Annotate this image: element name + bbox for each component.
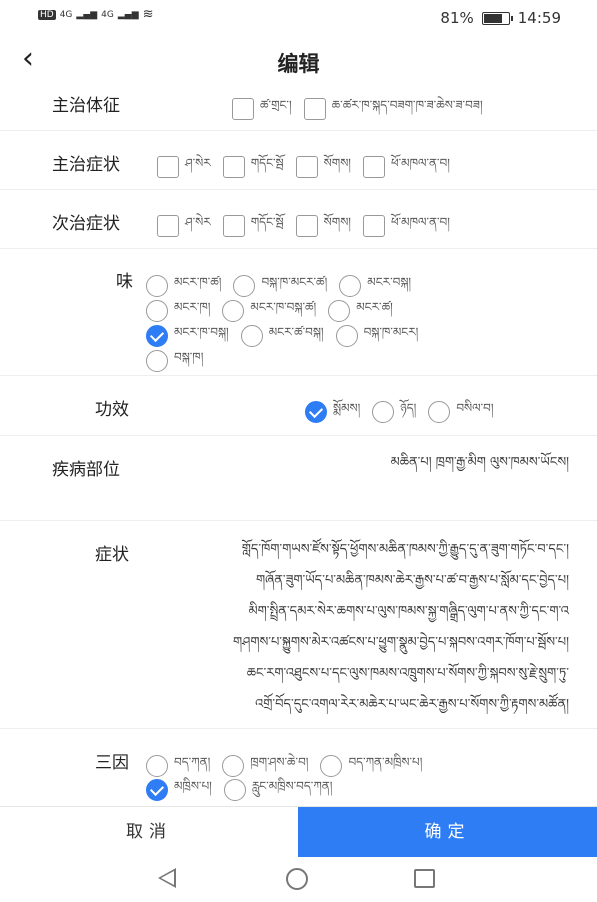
network-4g: 4G [59,9,73,20]
taste-label: 味 [116,272,133,292]
wifi-icon: ≋ [142,7,154,22]
hd-badge: HD [38,9,56,20]
secondary-symptom-option-3[interactable]: སོགས། [295,209,351,243]
secondary-symptom-option-1[interactable]: ཤ་སེར [157,209,211,243]
main-symptoms-label: 主治症状 [52,155,120,175]
cause-option-4[interactable]: མཁྲིས་པ། [146,773,212,807]
checkbox[interactable] [157,215,179,237]
symptoms-label: 症状 [95,545,129,565]
radio[interactable] [223,779,246,801]
radio[interactable] [372,401,395,423]
checkbox[interactable] [362,156,385,178]
secondary-symptom-option-2[interactable]: གདོང་སྦོ [222,209,284,243]
cancel-button[interactable]: 取消 [0,807,298,857]
taste-row: 味 མངར་ཁ་ཚ། བསྐ་ཁ་མངར་ཚ། མངར་བསྐ། མངར་ཁ། … [0,248,597,376]
checkbox[interactable] [222,156,245,178]
taste-option-10[interactable]: བསྐ་ཁ། [146,344,203,378]
app-header: ‹ 编辑 [0,38,597,82]
efficacy-option-2[interactable]: ཉོད། [372,395,416,429]
radio[interactable] [428,401,451,423]
radio[interactable] [146,350,168,372]
network-4g-2: 4G [101,9,114,20]
secondary-symptom-option-4[interactable]: ཕོ་མཁལ་ན་བ། [362,209,450,243]
disease-site-label: 疾病部位 [52,460,120,480]
symptoms-line: གློད་ཁོག་གཡས་ཛོས་སྟོད་ཕྱོགས་མཆིན་ཁམས་ཀྱི… [241,542,569,557]
battery-icon [481,11,513,25]
symptoms-line: གཞོན་ཟུག་ཡོད་པ་མཆིན་ཁམས་ཆེར་རྒྱས་པ་ཚ་བ་ར… [255,573,569,588]
cause-option-5[interactable]: རླུང་མཁྲིས་བད་ཀན། [223,773,332,807]
symptoms-row: 症状 གློད་ཁོག་གཡས་ཛོས་སྟོད་ཕྱོགས་མཆིན་ཁམས་… [0,520,597,729]
checkbox[interactable] [232,98,254,120]
radio-checked[interactable] [305,401,327,423]
checkbox[interactable] [222,215,245,237]
disease-site-value[interactable]: མཆིན་པ། ཁྲག་རྒྱ་མིག ལུས་ཁམས་ཡོངས། [391,447,569,478]
system-nav-bar [0,856,597,902]
confirm-button[interactable]: 确定 [298,807,597,857]
status-right: 81% 14:59 [440,9,561,27]
main-symptom-option-4[interactable]: ཕོ་མཁལ་ན་བ། [362,150,450,184]
status-bar: HD 4G ▂▄▆ 4G ▂▄▆ ≋ 81% 14:59 [0,0,597,36]
main-syndrome-label: 主治体征 [52,96,120,116]
secondary-symptoms-label: 次治症状 [52,214,120,234]
action-bar: 取消 确定 [0,806,597,857]
page-title: 编辑 [277,52,320,76]
nav-back-icon[interactable] [158,868,176,888]
efficacy-row: 功效 སྨོམས། ཉོད། བསིལ་བ། [0,375,597,436]
radio[interactable] [335,325,358,347]
checkbox[interactable] [295,156,318,178]
nav-home-icon[interactable] [286,868,308,890]
symptoms-line: འགྲོ་བོད་དུང་འགལ་རེར་མཆེར་པ་ཡང་ཆེར་རྒྱས་… [255,697,569,712]
main-symptom-option-3[interactable]: སོགས། [295,150,351,184]
checkbox[interactable] [303,98,326,120]
symptoms-text[interactable]: གློད་ཁོག་གཡས་ཛོས་སྟོད་ཕྱོགས་མཆིན་ཁམས་ཀྱི… [144,534,569,720]
three-causes-row: 三因 བད་ཀན། ཁྲག་ཤས་ཆེ་བ། བད་ཀན་མཁྲིས་པ། མཁ… [0,728,597,806]
efficacy-option-1[interactable]: སྨོམས། [305,395,360,429]
secondary-symptoms-row: 次治症状 ཤ་སེར གདོང་སྦོ སོགས། ཕོ་མཁལ་ན་བ། [0,189,597,249]
efficacy-option-3[interactable]: བསིལ་བ། [428,395,493,429]
checkbox[interactable] [157,156,179,178]
main-syndrome-option-2[interactable]: ཆ་ཚར་ཁ་སྐད་བཟག་ཁ་ཟ་ཆེས་ཟ་བཟ། [303,92,483,126]
clock: 14:59 [517,9,561,27]
symptoms-line: མིག་སྤྲིན་དམར་སེར་ཆགས་པ་ལུས་ཁམས་སྐྱ་གཞྒྲ… [248,604,569,619]
main-syndrome-row: 主治体征 ཚ་གྲང་། ཆ་ཚར་ཁ་སྐད་བཟག་ཁ་ཟ་ཆེས་ཟ་བཟ… [0,82,597,131]
main-syndrome-option-1[interactable]: ཚ་གྲང་། [232,92,292,126]
radio[interactable] [240,325,263,347]
checkbox[interactable] [295,215,318,237]
nav-recent-apps-icon[interactable] [414,869,435,888]
signal-icon-2: ▂▄▆ [117,9,139,20]
disease-site-row: 疾病部位 མཆིན་པ། ཁྲག་རྒྱ་མིག ལུས་ཁམས་ཡོངས། [0,435,597,521]
main-symptom-option-2[interactable]: གདོང་སྦོ [222,150,284,184]
taste-option-8[interactable]: མངར་ཚ་བསྐ། [240,319,324,353]
taste-option-9[interactable]: བསྐ་ཁ་མངར། [335,319,418,353]
efficacy-label: 功效 [95,400,129,420]
main-symptom-option-1[interactable]: ཤ་སེར [157,150,211,184]
signal-indicators: HD 4G ▂▄▆ 4G ▂▄▆ ≋ [38,7,154,22]
radio-checked[interactable] [146,779,168,801]
symptoms-line: གཤགས་པ་སྐྱུགས་མེར་འཚངས་པ་ཕྱུག་སྣུམ་བྱེད་… [232,635,569,650]
main-symptoms-row: 主治症状 ཤ་སེར གདོང་སྦོ སོགས། ཕོ་མཁལ་ན་བ། [0,130,597,190]
symptoms-line: ཆང་རག་འཐུངས་པ་དང་ལུས་ཁམས་འཁྲུགས་པ་སོགས་ཀ… [246,666,569,681]
checkbox[interactable] [362,215,385,237]
three-causes-label: 三因 [95,753,129,773]
battery-percent: 81% [440,9,474,27]
signal-icon: ▂▄▆ [76,9,98,20]
